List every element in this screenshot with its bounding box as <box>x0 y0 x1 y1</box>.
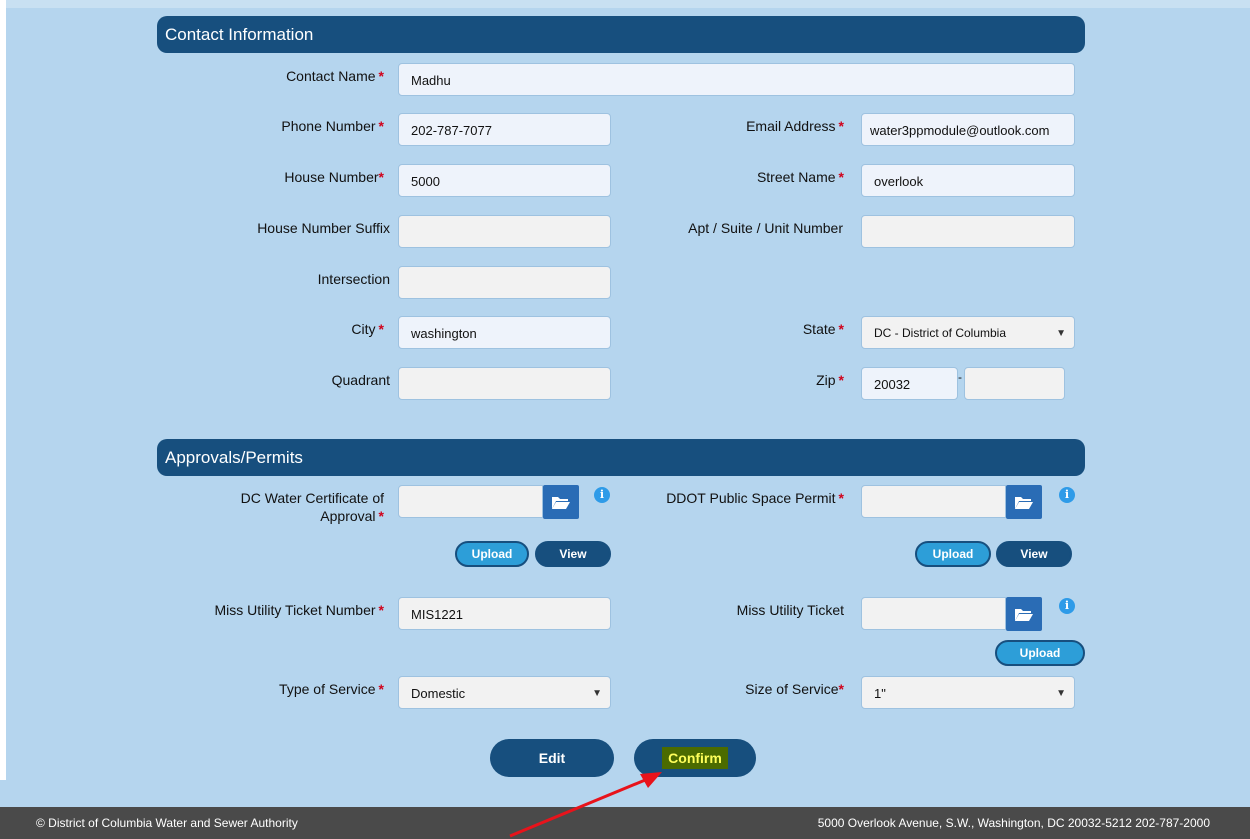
chevron-down-icon: ▼ <box>1056 688 1066 699</box>
contact-name-input[interactable]: Madhu <box>398 63 1075 96</box>
phone-label: Phone Number * <box>281 118 384 134</box>
miss-utility-info-icon[interactable]: i <box>1059 598 1075 614</box>
miss-utility-upload-button[interactable]: Upload <box>995 640 1085 666</box>
city-label: City * <box>351 321 384 337</box>
footer-address: 5000 Overlook Avenue, S.W., Washington, … <box>817 816 1210 830</box>
miss-utility-ticket-file-input[interactable] <box>861 597 1006 630</box>
house-suffix-label: House Number Suffix <box>257 220 390 236</box>
ddot-permit-info-icon[interactable]: i <box>1059 487 1075 503</box>
chevron-down-icon: ▼ <box>1056 328 1066 339</box>
zip-extension-input[interactable] <box>964 367 1065 400</box>
quadrant-label: Quadrant <box>331 372 390 388</box>
page: Contact Information Contact Name * Madhu … <box>0 0 1250 839</box>
intersection-label: Intersection <box>317 271 390 287</box>
ddot-permit-label: DDOT Public Space Permit * <box>666 490 844 506</box>
contact-name-label: Contact Name * <box>286 68 384 84</box>
zip-label: Zip * <box>816 372 844 388</box>
intersection-input[interactable] <box>398 266 611 299</box>
ddot-permit-view-button[interactable]: View <box>996 541 1072 567</box>
miss-utility-number-label: Miss Utility Ticket Number * <box>214 602 384 618</box>
contact-section-header: Contact Information <box>157 16 1085 53</box>
dcw-cert-file-input[interactable] <box>398 485 543 518</box>
miss-utility-number-input[interactable]: MIS1221 <box>398 597 611 630</box>
folder-open-icon <box>1015 609 1033 621</box>
street-name-label: Street Name * <box>756 169 844 185</box>
phone-input[interactable]: 202-787-7077 <box>398 113 611 146</box>
contact-section-title: Contact Information <box>165 25 314 44</box>
dcw-cert-view-button[interactable]: View <box>535 541 611 567</box>
approvals-section-title: Approvals/Permits <box>165 448 303 467</box>
folder-open-icon <box>1015 497 1033 509</box>
miss-utility-ticket-label: Miss Utility Ticket <box>736 602 844 618</box>
apt-label: Apt / Suite / Unit Number <box>688 220 843 236</box>
annotation-arrow <box>509 772 662 838</box>
email-input[interactable]: water3ppmodule@outlook.com <box>861 113 1075 146</box>
folder-open-icon <box>552 497 570 509</box>
chevron-down-icon: ▼ <box>592 688 602 699</box>
house-number-input[interactable]: 5000 <box>398 164 611 197</box>
state-select[interactable]: DC - District of Columbia ▼ <box>861 316 1075 349</box>
city-input[interactable]: washington <box>398 316 611 349</box>
zip-input[interactable]: 20032 <box>861 367 958 400</box>
ddot-permit-browse-button[interactable] <box>1006 485 1042 519</box>
dcw-cert-browse-button[interactable] <box>543 485 579 519</box>
quadrant-input[interactable] <box>398 367 611 400</box>
street-name-input[interactable]: overlook <box>861 164 1075 197</box>
dcw-cert-info-icon[interactable]: i <box>594 487 610 503</box>
state-label: State * <box>802 321 844 337</box>
left-edge <box>0 0 6 780</box>
ddot-permit-upload-button[interactable]: Upload <box>915 541 991 567</box>
dcw-cert-label: DC Water Certificate of Approval * <box>240 490 384 524</box>
type-of-service-select[interactable]: Domestic ▼ <box>398 676 611 709</box>
miss-utility-browse-button[interactable] <box>1006 597 1042 631</box>
zip-separator: - <box>958 370 962 384</box>
type-of-service-label: Type of Service * <box>279 681 384 697</box>
email-label: Email Address * <box>746 118 844 134</box>
footer-copyright: © District of Columbia Water and Sewer A… <box>36 816 298 830</box>
size-of-service-label: Size of Service* <box>745 681 844 697</box>
apt-input[interactable] <box>861 215 1075 248</box>
house-suffix-input[interactable] <box>398 215 611 248</box>
top-band <box>0 0 1250 8</box>
size-of-service-select[interactable]: 1" ▼ <box>861 676 1075 709</box>
house-number-label: House Number* <box>284 169 384 185</box>
dcw-cert-upload-button[interactable]: Upload <box>455 541 529 567</box>
approvals-section-header: Approvals/Permits <box>157 439 1085 476</box>
ddot-permit-file-input[interactable] <box>861 485 1006 518</box>
